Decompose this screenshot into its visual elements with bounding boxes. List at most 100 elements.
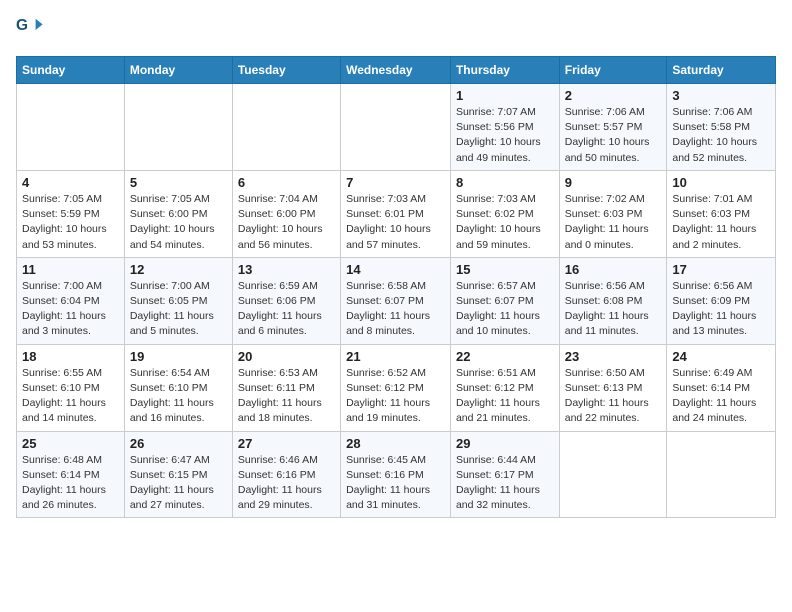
- day-number: 16: [565, 262, 662, 277]
- day-number: 13: [238, 262, 335, 277]
- day-number: 15: [456, 262, 554, 277]
- day-info: Sunrise: 6:55 AMSunset: 6:10 PMDaylight:…: [22, 366, 119, 427]
- calendar-cell: 24Sunrise: 6:49 AMSunset: 6:14 PMDayligh…: [667, 344, 776, 431]
- calendar-cell: 8 Sunrise: 7:03 AMSunset: 6:02 PMDaylight…: [450, 170, 559, 257]
- calendar-cell: [559, 431, 667, 518]
- calendar-cell: 25 Sunrise: 6:48 AMSunset: 6:14 PMDayligh…: [17, 431, 125, 518]
- calendar-cell: [124, 84, 232, 171]
- day-info: Sunrise: 7:02 AMSunset: 6:03 PMDaylight:…: [565, 192, 662, 253]
- calendar-table: SundayMondayTuesdayWednesdayThursdayFrid…: [16, 56, 776, 518]
- day-number: 2: [565, 88, 662, 103]
- day-number: 12: [130, 262, 227, 277]
- calendar-cell: 3 Sunrise: 7:06 AMSunset: 5:58 PMDaylight…: [667, 84, 776, 171]
- day-info: Sunrise: 7:06 AMSunset: 5:57 PMDaylight:…: [565, 105, 662, 166]
- calendar-cell: 22 Sunrise: 6:51 AMSunset: 6:12 PMDayligh…: [450, 344, 559, 431]
- day-header-wednesday: Wednesday: [341, 57, 451, 84]
- day-number: 26: [130, 436, 227, 451]
- calendar-cell: 16 Sunrise: 6:56 AMSunset: 6:08 PMDayligh…: [559, 257, 667, 344]
- day-header-saturday: Saturday: [667, 57, 776, 84]
- day-info: Sunrise: 6:56 AMSunset: 6:08 PMDaylight:…: [565, 279, 662, 340]
- calendar-cell: [17, 84, 125, 171]
- day-info: Sunrise: 6:48 AMSunset: 6:14 PMDaylight:…: [22, 453, 119, 514]
- calendar-cell: 2 Sunrise: 7:06 AMSunset: 5:57 PMDaylight…: [559, 84, 667, 171]
- day-number: 29: [456, 436, 554, 451]
- day-number: 3: [672, 88, 770, 103]
- day-info: Sunrise: 7:07 AMSunset: 5:56 PMDaylight:…: [456, 105, 554, 166]
- day-info: Sunrise: 7:06 AMSunset: 5:58 PMDaylight:…: [672, 105, 770, 166]
- calendar-cell: 13 Sunrise: 6:59 AMSunset: 6:06 PMDayligh…: [232, 257, 340, 344]
- day-number: 7: [346, 175, 445, 190]
- week-row-3: 18 Sunrise: 6:55 AMSunset: 6:10 PMDayligh…: [17, 344, 776, 431]
- calendar-cell: 9 Sunrise: 7:02 AMSunset: 6:03 PMDaylight…: [559, 170, 667, 257]
- day-header-thursday: Thursday: [450, 57, 559, 84]
- header-row: SundayMondayTuesdayWednesdayThursdayFrid…: [17, 57, 776, 84]
- day-number: 21: [346, 349, 445, 364]
- day-number: 18: [22, 349, 119, 364]
- day-number: 27: [238, 436, 335, 451]
- calendar-cell: [341, 84, 451, 171]
- logo: G: [16, 16, 48, 44]
- day-number: 8: [456, 175, 554, 190]
- day-number: 6: [238, 175, 335, 190]
- day-info: Sunrise: 7:01 AMSunset: 6:03 PMDaylight:…: [672, 192, 770, 253]
- calendar-cell: 29Sunrise: 6:44 AMSunset: 6:17 PMDayligh…: [450, 431, 559, 518]
- day-info: Sunrise: 6:58 AMSunset: 6:07 PMDaylight:…: [346, 279, 445, 340]
- calendar-cell: 21 Sunrise: 6:52 AMSunset: 6:12 PMDayligh…: [341, 344, 451, 431]
- day-info: Sunrise: 6:45 AMSunset: 6:16 PMDaylight:…: [346, 453, 445, 514]
- day-info: Sunrise: 6:52 AMSunset: 6:12 PMDaylight:…: [346, 366, 445, 427]
- day-info: Sunrise: 7:05 AMSunset: 6:00 PMDaylight:…: [130, 192, 227, 253]
- calendar-cell: 1 Sunrise: 7:07 AMSunset: 5:56 PMDaylight…: [450, 84, 559, 171]
- day-number: 20: [238, 349, 335, 364]
- day-number: 19: [130, 349, 227, 364]
- calendar-cell: 14 Sunrise: 6:58 AMSunset: 6:07 PMDayligh…: [341, 257, 451, 344]
- day-number: 5: [130, 175, 227, 190]
- day-number: 10: [672, 175, 770, 190]
- day-number: 1: [456, 88, 554, 103]
- day-info: Sunrise: 7:05 AMSunset: 5:59 PMDaylight:…: [22, 192, 119, 253]
- day-header-monday: Monday: [124, 57, 232, 84]
- logo-icon: G: [16, 16, 44, 44]
- calendar-cell: [232, 84, 340, 171]
- calendar-cell: 18 Sunrise: 6:55 AMSunset: 6:10 PMDayligh…: [17, 344, 125, 431]
- day-number: 17: [672, 262, 770, 277]
- calendar-cell: 11 Sunrise: 7:00 AMSunset: 6:04 PMDayligh…: [17, 257, 125, 344]
- calendar-cell: 15Sunrise: 6:57 AMSunset: 6:07 PMDayligh…: [450, 257, 559, 344]
- day-number: 4: [22, 175, 119, 190]
- calendar-cell: 27 Sunrise: 6:46 AMSunset: 6:16 PMDayligh…: [232, 431, 340, 518]
- day-number: 28: [346, 436, 445, 451]
- day-number: 14: [346, 262, 445, 277]
- day-info: Sunrise: 6:56 AMSunset: 6:09 PMDaylight:…: [672, 279, 770, 340]
- calendar-cell: 12 Sunrise: 7:00 AMSunset: 6:05 PMDayligh…: [124, 257, 232, 344]
- day-info: Sunrise: 7:00 AMSunset: 6:04 PMDaylight:…: [22, 279, 119, 340]
- calendar-cell: 28 Sunrise: 6:45 AMSunset: 6:16 PMDayligh…: [341, 431, 451, 518]
- day-number: 22: [456, 349, 554, 364]
- day-header-sunday: Sunday: [17, 57, 125, 84]
- calendar-cell: 23Sunrise: 6:50 AMSunset: 6:13 PMDayligh…: [559, 344, 667, 431]
- day-header-friday: Friday: [559, 57, 667, 84]
- day-info: Sunrise: 7:04 AMSunset: 6:00 PMDaylight:…: [238, 192, 335, 253]
- week-row-2: 11 Sunrise: 7:00 AMSunset: 6:04 PMDayligh…: [17, 257, 776, 344]
- week-row-4: 25 Sunrise: 6:48 AMSunset: 6:14 PMDayligh…: [17, 431, 776, 518]
- calendar-cell: [667, 431, 776, 518]
- top-section: G: [16, 16, 776, 48]
- day-number: 23: [565, 349, 662, 364]
- calendar-cell: 17 Sunrise: 6:56 AMSunset: 6:09 PMDayligh…: [667, 257, 776, 344]
- calendar-cell: 26Sunrise: 6:47 AMSunset: 6:15 PMDayligh…: [124, 431, 232, 518]
- calendar-cell: 4 Sunrise: 7:05 AMSunset: 5:59 PMDaylight…: [17, 170, 125, 257]
- calendar-cell: 7Sunrise: 7:03 AMSunset: 6:01 PMDaylight…: [341, 170, 451, 257]
- day-info: Sunrise: 6:59 AMSunset: 6:06 PMDaylight:…: [238, 279, 335, 340]
- day-info: Sunrise: 7:03 AMSunset: 6:02 PMDaylight:…: [456, 192, 554, 253]
- day-header-tuesday: Tuesday: [232, 57, 340, 84]
- calendar-cell: 20Sunrise: 6:53 AMSunset: 6:11 PMDayligh…: [232, 344, 340, 431]
- day-info: Sunrise: 6:46 AMSunset: 6:16 PMDaylight:…: [238, 453, 335, 514]
- week-row-1: 4 Sunrise: 7:05 AMSunset: 5:59 PMDaylight…: [17, 170, 776, 257]
- day-info: Sunrise: 7:00 AMSunset: 6:05 PMDaylight:…: [130, 279, 227, 340]
- day-info: Sunrise: 6:54 AMSunset: 6:10 PMDaylight:…: [130, 366, 227, 427]
- day-number: 9: [565, 175, 662, 190]
- calendar-cell: 5 Sunrise: 7:05 AMSunset: 6:00 PMDaylight…: [124, 170, 232, 257]
- day-number: 11: [22, 262, 119, 277]
- day-info: Sunrise: 6:51 AMSunset: 6:12 PMDaylight:…: [456, 366, 554, 427]
- calendar-cell: 10 Sunrise: 7:01 AMSunset: 6:03 PMDayligh…: [667, 170, 776, 257]
- day-number: 24: [672, 349, 770, 364]
- day-number: 25: [22, 436, 119, 451]
